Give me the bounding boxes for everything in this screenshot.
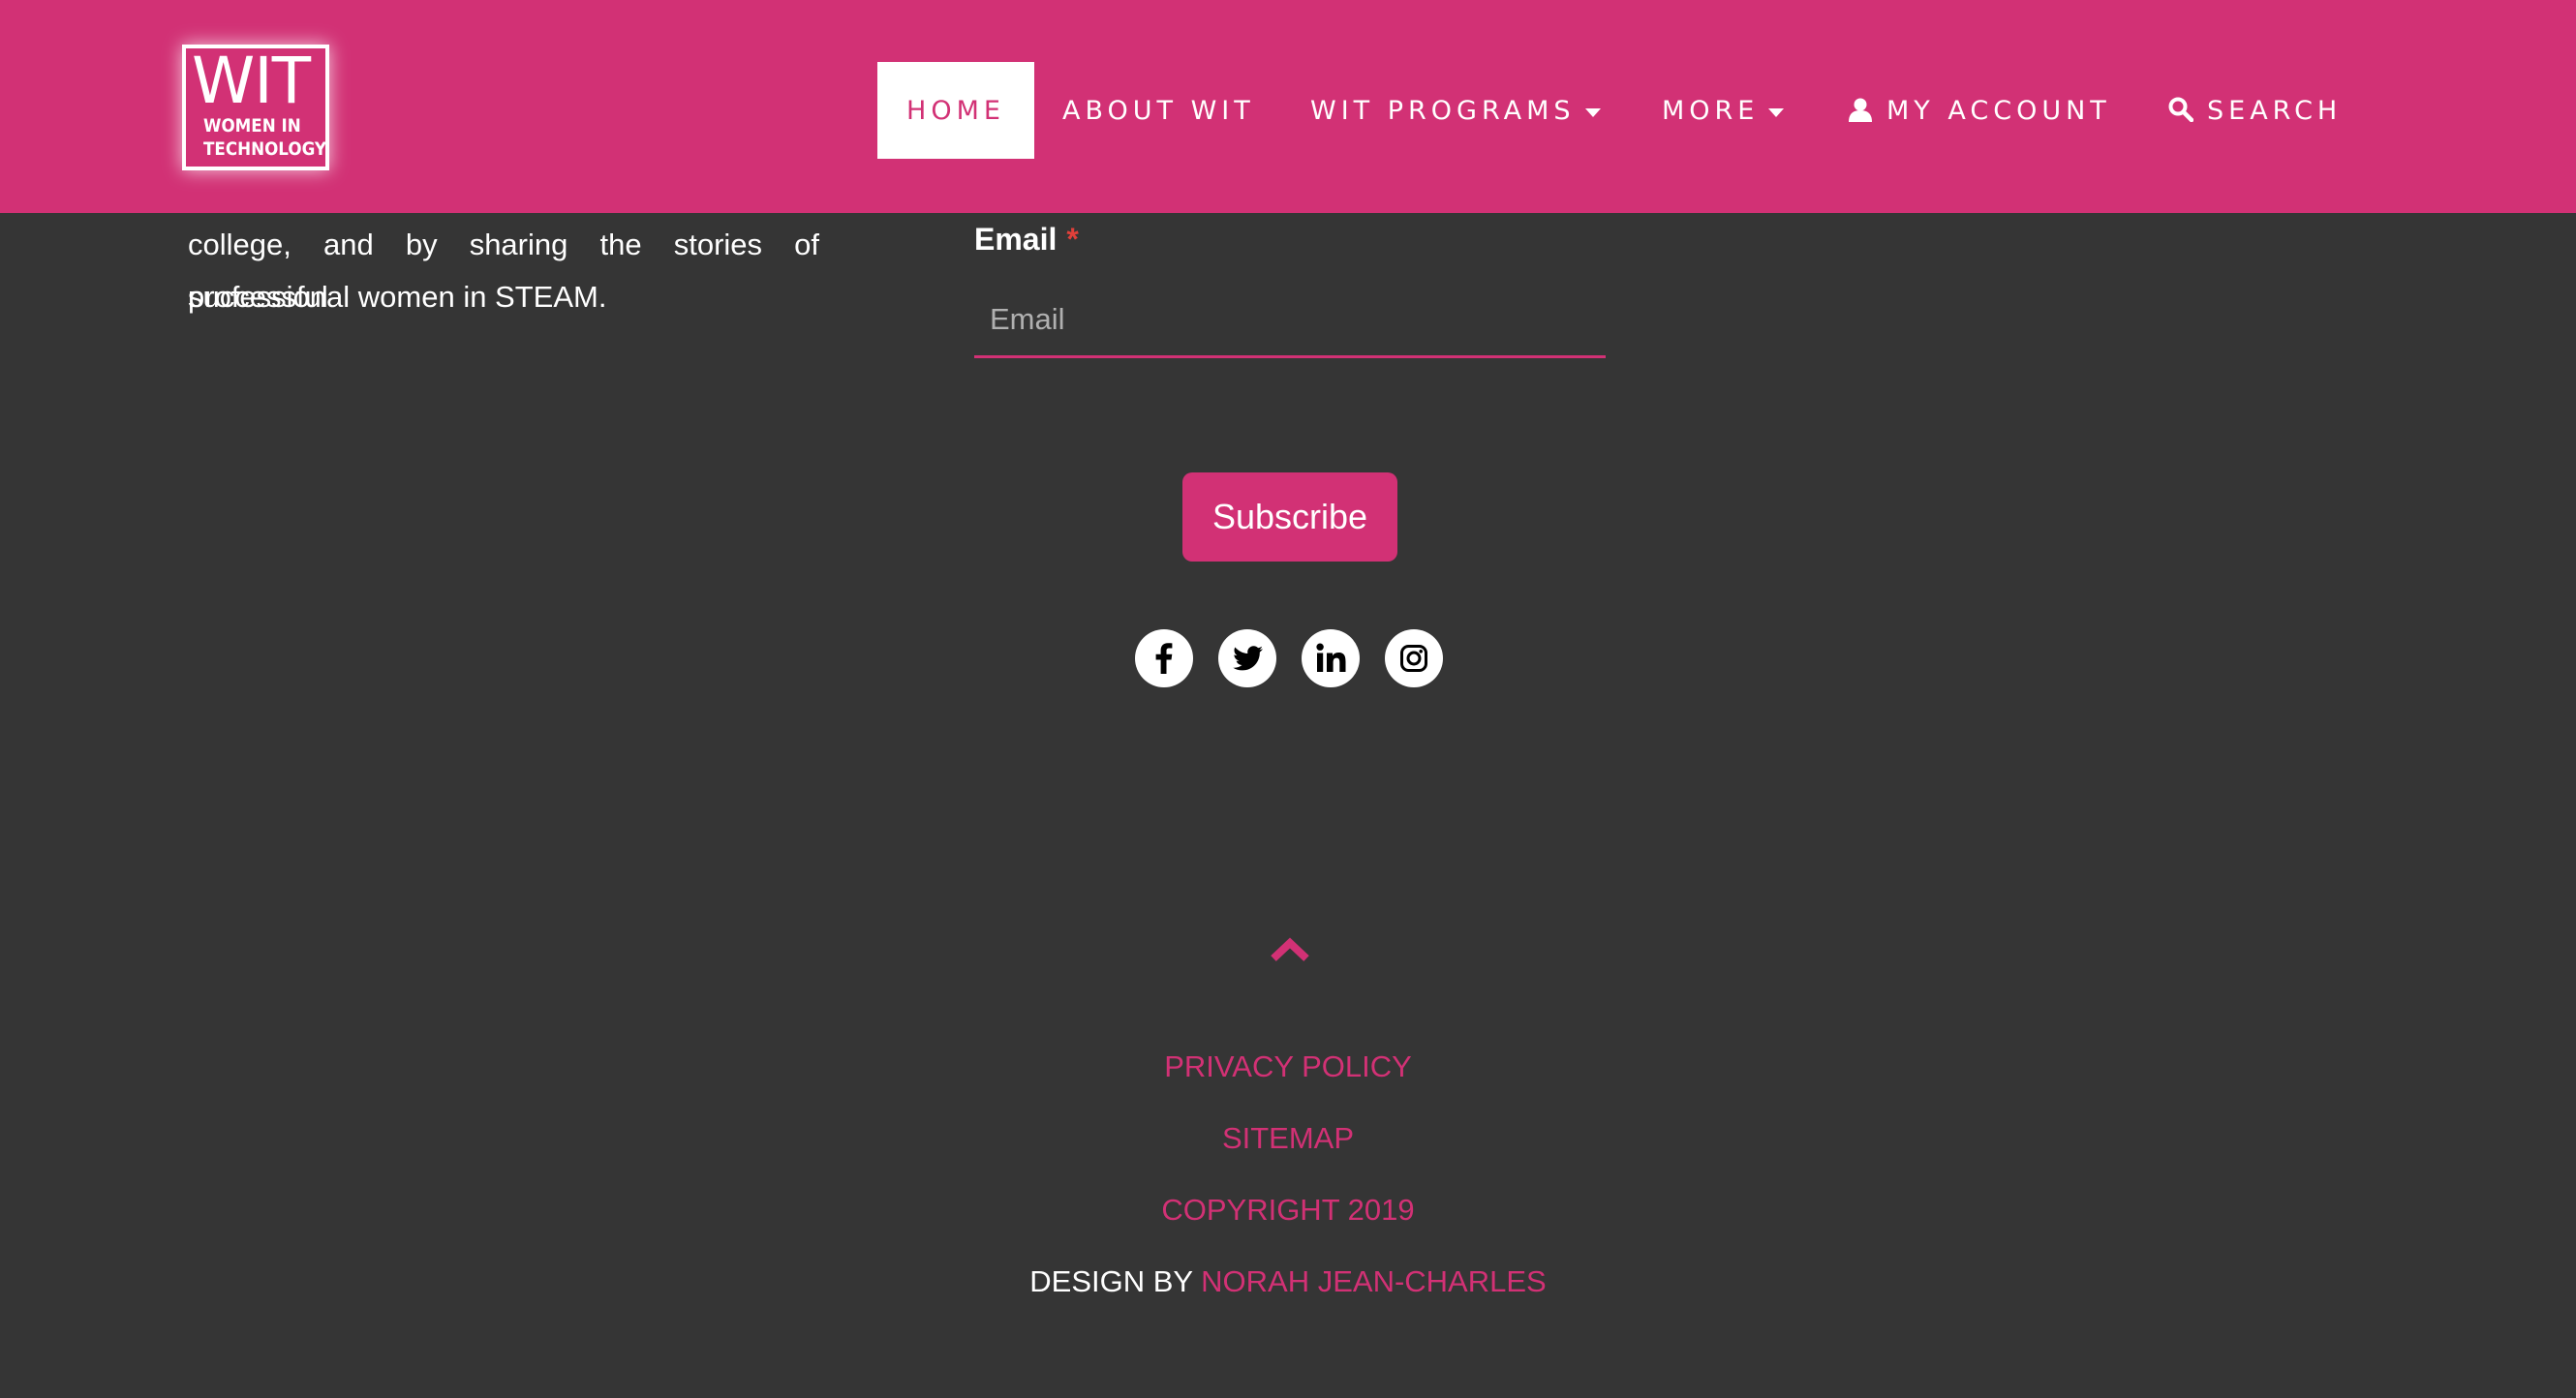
privacy-policy-link[interactable]: PRIVACY POLICY [1164,1049,1412,1083]
twitter-icon[interactable] [1218,629,1276,687]
user-icon [1848,97,1873,129]
nav-search[interactable]: SEARCH [2168,62,2342,159]
nav-about[interactable]: ABOUT WIT [1062,62,1255,159]
site-header: WIT WOMEN IN TECHNOLOGY HOME ABOUT WIT W… [0,0,2576,213]
nav-more-label: MORE [1662,95,1760,126]
logo-wordmark: WIT [192,44,311,118]
nav-my-account-label: MY ACCOUNT [1886,95,2111,126]
nav-my-account[interactable]: MY ACCOUNT [1848,62,2111,159]
design-by-label: DESIGN BY [1029,1264,1193,1298]
privacy-policy-row: PRIVACY POLICY [0,1046,2576,1088]
copyright-row: COPYRIGHT 2019 [0,1189,2576,1231]
facebook-icon[interactable] [1135,629,1193,687]
caret-down-icon [1768,107,1785,117]
wit-logo[interactable]: WIT WOMEN IN TECHNOLOGY [182,44,329,170]
caret-down-icon [1584,107,1601,117]
nav-programs-label: WIT PROGRAMS [1310,95,1576,126]
instagram-icon[interactable] [1385,629,1443,687]
subscribe-button[interactable]: Subscribe [1182,472,1397,562]
sitemap-row: SITEMAP [0,1117,2576,1160]
nav-home-label: HOME [906,95,1005,126]
about-text-line: professional women in STEAM. [188,280,607,314]
nav-more[interactable]: MORE [1662,62,1785,159]
linkedin-icon[interactable] [1302,629,1360,687]
nav-programs[interactable]: WIT PROGRAMS [1310,62,1601,159]
required-asterisk: * [1066,222,1079,257]
email-field[interactable] [974,289,1606,358]
about-text-line: college, and by sharing the stories of s… [188,228,819,314]
design-credit: DESIGN BY NORAH JEAN-CHARLES [0,1261,2576,1303]
back-to-top-chevron-up-icon[interactable] [1269,935,1311,964]
email-label: Email * [974,217,1079,261]
sitemap-link[interactable]: SITEMAP [1222,1121,1354,1155]
copyright-text: COPYRIGHT 2019 [1161,1193,1415,1227]
designer-link[interactable]: NORAH JEAN-CHARLES [1201,1264,1547,1298]
nav-search-label: SEARCH [2207,95,2343,126]
nav-about-label: ABOUT WIT [1062,95,1255,126]
logo-tagline: WOMEN IN TECHNOLOGY [203,115,327,160]
search-icon [2168,97,2194,129]
email-label-text: Email [974,222,1058,257]
nav-home[interactable]: HOME [877,62,1034,159]
